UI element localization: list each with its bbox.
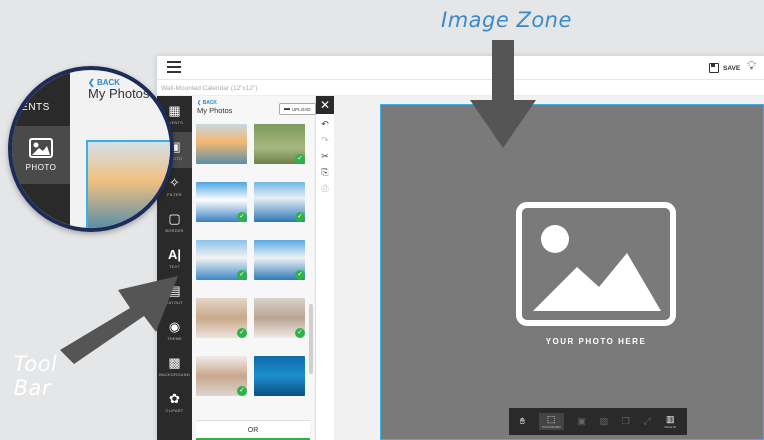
check-icon: ✓ [237, 328, 247, 338]
save-label: SAVE [723, 64, 741, 72]
replace-icon: ▣ [577, 416, 586, 426]
magic-wand-icon: ✧ [169, 174, 180, 190]
or-divider: OR [196, 420, 310, 440]
copy-icon: ❐ [621, 416, 630, 426]
check-icon: ✓ [295, 212, 305, 222]
save-button[interactable]: SAVE [709, 61, 740, 75]
photo-thumbnail[interactable]: ✓ [196, 356, 247, 396]
hamburger-menu-icon[interactable] [167, 61, 181, 73]
tool-bar-annotation: Tool Bar [13, 352, 58, 400]
photo-thumbnail[interactable]: ✓ [196, 182, 247, 222]
arrow-down-icon [470, 40, 536, 148]
magnified-events-label: VENTS [14, 102, 50, 113]
flower-icon: ✿ [169, 390, 180, 406]
photo-thumbnail[interactable]: ✓ [196, 298, 247, 338]
expand-icon: ⤢ [643, 416, 651, 426]
photo-thumbnail[interactable]: ✓ [254, 298, 305, 338]
check-icon: ✓ [295, 154, 305, 164]
calendar-icon: ▦ [168, 102, 181, 118]
photo-tool-copy[interactable]: ❐ [622, 416, 630, 427]
photo-scrollbar[interactable] [309, 124, 313, 414]
photo-thumbnail[interactable]: ✓ [254, 240, 305, 280]
photo-thumbnail[interactable]: ✓ [254, 124, 305, 164]
photo-tool-layer[interactable]: ▧ [600, 416, 609, 427]
photo-thumbnail[interactable]: ✓ [254, 182, 305, 222]
canvas-area: YOUR PHOTO HERE ✋︎ ⬚ TRANSFORM ▣ ▧ ❐ ⤢ ▥ D… [334, 96, 764, 440]
folder-icon: ▬ [284, 106, 290, 112]
redo-icon[interactable]: ↷ [321, 134, 329, 146]
photo-tool-transform[interactable]: ⬚ TRANSFORM [538, 413, 564, 430]
image-placeholder-icon [516, 202, 676, 326]
image-zone-annotation: Image Zone [441, 8, 572, 32]
paste-icon[interactable]: ⎙ [321, 182, 328, 194]
text-icon: A| [167, 246, 182, 262]
undo-icon[interactable]: ↶ [321, 118, 329, 130]
magnified-photo-tool: PHOTO [12, 126, 70, 184]
scroll-thumb[interactable] [309, 304, 313, 374]
layer-icon: ▧ [599, 416, 609, 426]
arrow-up-right-icon [60, 276, 178, 364]
photo-thumbnail[interactable] [196, 124, 247, 164]
hand-icon: ✋︎ [519, 416, 525, 426]
placeholder-text: YOUR PHOTO HERE [545, 337, 647, 346]
edit-tools: ↶ ↷ ✂ ⎘ ⎙ [316, 114, 334, 204]
trash-icon: ▥ [666, 414, 675, 424]
magnifier-callout: VENTS PHOTO ❮ BACK My Photos [8, 66, 174, 232]
photos-panel: ❮ BACK My Photos ▬ UPLOAD ✓ ✓ ✓ ✓ ✓ ✓ ✓ … [192, 96, 316, 440]
photo-thumbnail[interactable] [254, 356, 305, 396]
border-icon: ▢ [168, 210, 181, 226]
copy-icon[interactable]: ⎘ [321, 166, 328, 178]
floppy-disk-icon [709, 63, 719, 73]
photo-tool-replace[interactable]: ▣ [577, 416, 586, 427]
tool-clipart[interactable]: ✿ CLIPART [157, 384, 192, 420]
check-icon: ✓ [237, 212, 247, 222]
panel-title: My Photos [197, 106, 233, 115]
image-zone[interactable]: YOUR PHOTO HERE ✋︎ ⬚ TRANSFORM ▣ ▧ ❐ ⤢ ▥ D… [380, 104, 764, 440]
check-icon: ✓ [237, 386, 247, 396]
upload-button[interactable]: ▬ UPLOAD [279, 103, 316, 115]
photo-icon [29, 138, 53, 158]
check-icon: ✓ [237, 270, 247, 280]
magnified-title: My Photos [88, 86, 150, 101]
photo-tool-expand[interactable]: ⤢ [644, 416, 651, 427]
check-icon: ✓ [295, 328, 305, 338]
photo-tool-delete[interactable]: ▥ DELETE [664, 414, 676, 429]
close-panel-button[interactable]: ✕ [316, 96, 334, 114]
check-icon: ✓ [295, 270, 305, 280]
top-bar: SAVE 💡︎ [157, 56, 764, 80]
transform-icon: ⬚ [546, 414, 556, 424]
photo-tools-bar: ✋︎ ⬚ TRANSFORM ▣ ▧ ❐ ⤢ ▥ DELETE [509, 408, 687, 435]
photo-thumbnail[interactable]: ✓ [196, 240, 247, 280]
magnified-photo-thumbnail [86, 140, 170, 228]
editor-window: SAVE 💡︎ Wall-Mounted Calendar (12"x12") … [157, 56, 764, 440]
photo-tool-hand[interactable]: ✋︎ [520, 416, 525, 427]
scissors-icon[interactable]: ✂ [321, 150, 329, 162]
lightbulb-icon[interactable]: 💡︎ [747, 58, 756, 74]
document-title: Wall-Mounted Calendar (12"x12") [157, 80, 764, 96]
photo-grid: ✓ ✓ ✓ ✓ ✓ ✓ ✓ ✓ [196, 124, 308, 414]
